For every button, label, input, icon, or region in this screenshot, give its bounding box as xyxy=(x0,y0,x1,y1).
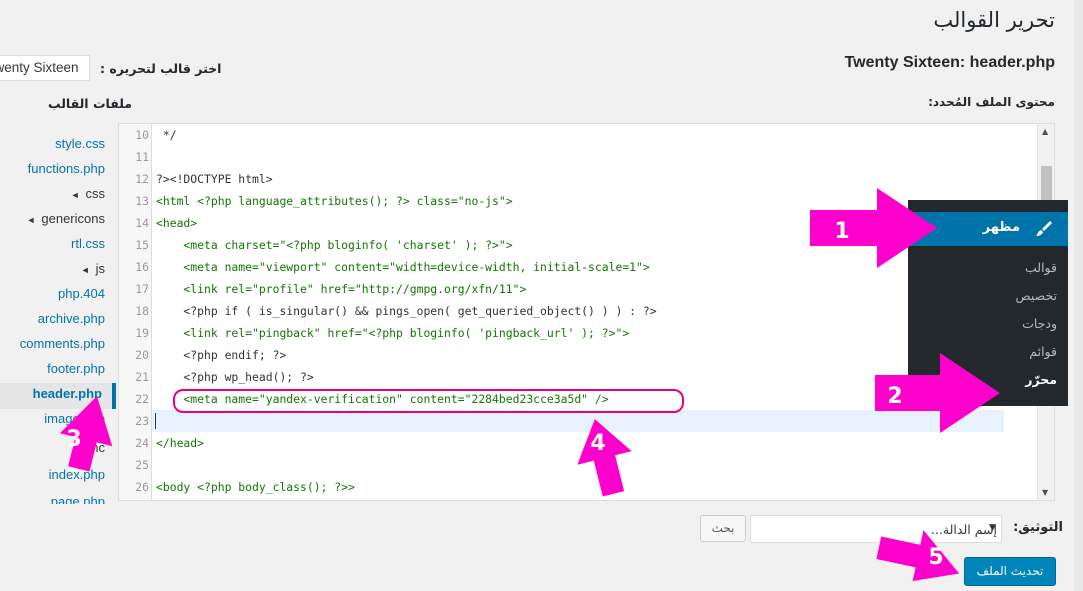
annotation-overlay: 1 2 3 4 5 xyxy=(59,188,1000,582)
annotation-number-4: 4 xyxy=(590,431,605,456)
annotation-number-5: 5 xyxy=(928,545,943,570)
annotation-arrow-5: 5 xyxy=(876,530,960,582)
annotation-number-3: 3 xyxy=(66,427,81,452)
annotation-arrow-3: 3 xyxy=(59,396,113,472)
annotation-number-2: 2 xyxy=(887,384,902,409)
annotation-arrow-2: 2 xyxy=(875,353,1000,433)
annotation-number-1: 1 xyxy=(834,219,849,244)
annotation-arrow-4: 4 xyxy=(577,419,632,497)
annotation-arrow-1: 1 xyxy=(810,188,937,268)
